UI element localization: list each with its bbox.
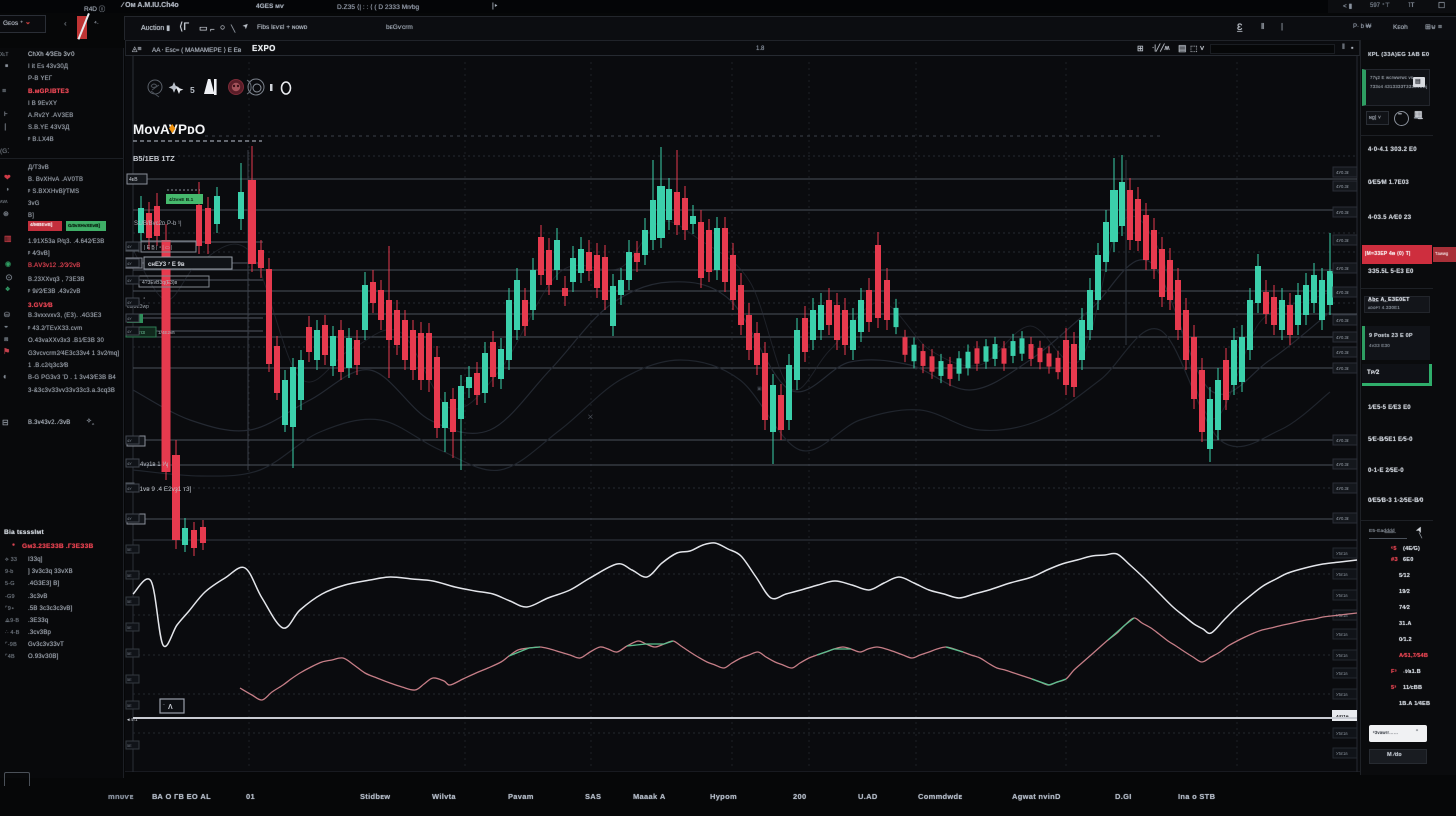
svg-text:Λ: Λ bbox=[168, 704, 173, 711]
svg-text:| E B̲ | ⁴ | ▭ |: | E B̲ | ⁴ | ▭ | bbox=[144, 245, 172, 251]
svg-text:B5/1ЕB 1TZ: B5/1ЕB 1TZ bbox=[133, 154, 175, 163]
svg-text:У5ᴇ1в: У5ᴇ1в bbox=[1336, 551, 1348, 556]
svg-text:У5ᴇ1в: У5ᴇ1в bbox=[1336, 731, 1348, 736]
svg-text:4У0.3ᴇ: 4У0.3ᴇ bbox=[1336, 170, 1349, 175]
svg-text:4У: 4У bbox=[127, 330, 132, 334]
svg-text:4?3ЕᴠB3q(Е3)ʙ: 4?3ЕᴠB3q(Е3)ʙ bbox=[142, 280, 178, 286]
svg-text:▫: ▫ bbox=[920, 572, 922, 578]
svg-text:5: 5 bbox=[190, 85, 195, 95]
svg-text:4У0.3ᴇ: 4У0.3ᴇ bbox=[1336, 210, 1349, 215]
svg-text:4У0.3ᴇ: 4У0.3ᴇ bbox=[1336, 238, 1349, 243]
svg-text:4ᴇB: 4ᴇB bbox=[129, 177, 138, 183]
svg-text:4У0.3ᴇ: 4У0.3ᴇ bbox=[1336, 184, 1349, 189]
svg-text:5Е: 5Е bbox=[127, 678, 132, 682]
svg-text:4У: 4У bbox=[127, 279, 132, 283]
svg-text:4У: 4У bbox=[127, 262, 132, 266]
svg-text:▣: ▣ bbox=[757, 386, 762, 392]
svg-text:4У0.3ᴇ: 4У0.3ᴇ bbox=[1336, 438, 1349, 443]
svg-text:У5ᴇ1в: У5ᴇ1в bbox=[1336, 751, 1348, 756]
svg-text:1/4Е2ᴠʙ: 1/4Е2ᴠʙ bbox=[158, 330, 175, 335]
svg-text:5Е: 5Е bbox=[127, 744, 132, 748]
svg-text:У5ᴇ1в: У5ᴇ1в bbox=[1336, 692, 1348, 697]
svg-text:ᴄʜЕУ3 ⁷ Е 9ʙ: ᴄʜЕУ3 ⁷ Е 9ʙ bbox=[148, 262, 185, 268]
svg-text:5Е: 5Е bbox=[127, 704, 132, 708]
svg-text:У5ᴇ1в: У5ᴇ1в bbox=[1336, 593, 1348, 598]
svg-text:5Е: 5Е bbox=[127, 626, 132, 630]
svg-text:4/3ᴠʜE B.1: 4/3ᴠʜE B.1 bbox=[169, 197, 194, 203]
svg-text:4У0.3ᴇ: 4У0.3ᴇ bbox=[1336, 486, 1349, 491]
svg-text:4У: 4У bbox=[127, 462, 132, 466]
svg-text:У5ᴇ1в: У5ᴇ1в bbox=[1336, 671, 1348, 676]
svg-text:4У: 4У bbox=[127, 487, 132, 491]
svg-text:‾: ‾ bbox=[162, 704, 165, 711]
svg-text:4У: 4У bbox=[127, 301, 132, 305]
svg-text:⨉: ⨉ bbox=[588, 414, 593, 421]
svg-text:5Е: 5Е bbox=[127, 652, 132, 656]
svg-text:4ᴠҙ1ʙ 1 ¹⁄ᶌ: 4ᴠҙ1ʙ 1 ¹⁄ᶌ bbox=[140, 462, 168, 468]
svg-text:У5ᴇ1в: У5ᴇ1в bbox=[1336, 653, 1348, 658]
svg-text:4У0.3ᴇ: 4У0.3ᴇ bbox=[1336, 335, 1349, 340]
svg-text:S1/B/Bᴠc2ᴅ P-b ¹|: S1/B/Bᴠc2ᴅ P-b ¹| bbox=[134, 221, 182, 227]
svg-text:PᴅO: PᴅO bbox=[178, 122, 205, 137]
svg-text:4ҙ1ᴠʙ 9 .4 Е2ᴠҙ1 т3]: 4ҙ1ᴠʙ 9 .4 Е2ᴠҙ1 т3] bbox=[133, 486, 192, 493]
svg-text:⁴: ⁴ bbox=[143, 296, 145, 302]
svg-text:4У0.3ᴇ: 4У0.3ᴇ bbox=[1336, 318, 1349, 323]
svg-text:4У0.3ᴇ: 4У0.3ᴇ bbox=[1336, 516, 1349, 521]
svg-text:У5ᴇ1в: У5ᴇ1в bbox=[1336, 572, 1348, 577]
svg-text:4У0.3ᴇ: 4У0.3ᴇ bbox=[1336, 350, 1349, 355]
svg-text:4У: 4У bbox=[127, 517, 132, 521]
svg-text:4У: 4У bbox=[127, 317, 132, 321]
svg-text:5Е: 5Е bbox=[127, 548, 132, 552]
svg-text:4У: 4У bbox=[127, 245, 132, 249]
svg-text:5Е: 5Е bbox=[127, 574, 132, 578]
svg-text:4У0.3ᴇ: 4У0.3ᴇ bbox=[1336, 366, 1349, 371]
svg-text:4У0.3ᴇ: 4У0.3ᴇ bbox=[1336, 290, 1349, 295]
svg-text:4У0.3ᴇ: 4У0.3ᴇ bbox=[1336, 266, 1349, 271]
svg-text:4У: 4У bbox=[127, 439, 132, 443]
svg-text:4У0.3ᴇ: 4У0.3ᴇ bbox=[1336, 462, 1349, 467]
svg-text:5Е: 5Е bbox=[127, 600, 132, 604]
svg-text:У5ᴇ1в: У5ᴇ1в bbox=[1336, 632, 1348, 637]
